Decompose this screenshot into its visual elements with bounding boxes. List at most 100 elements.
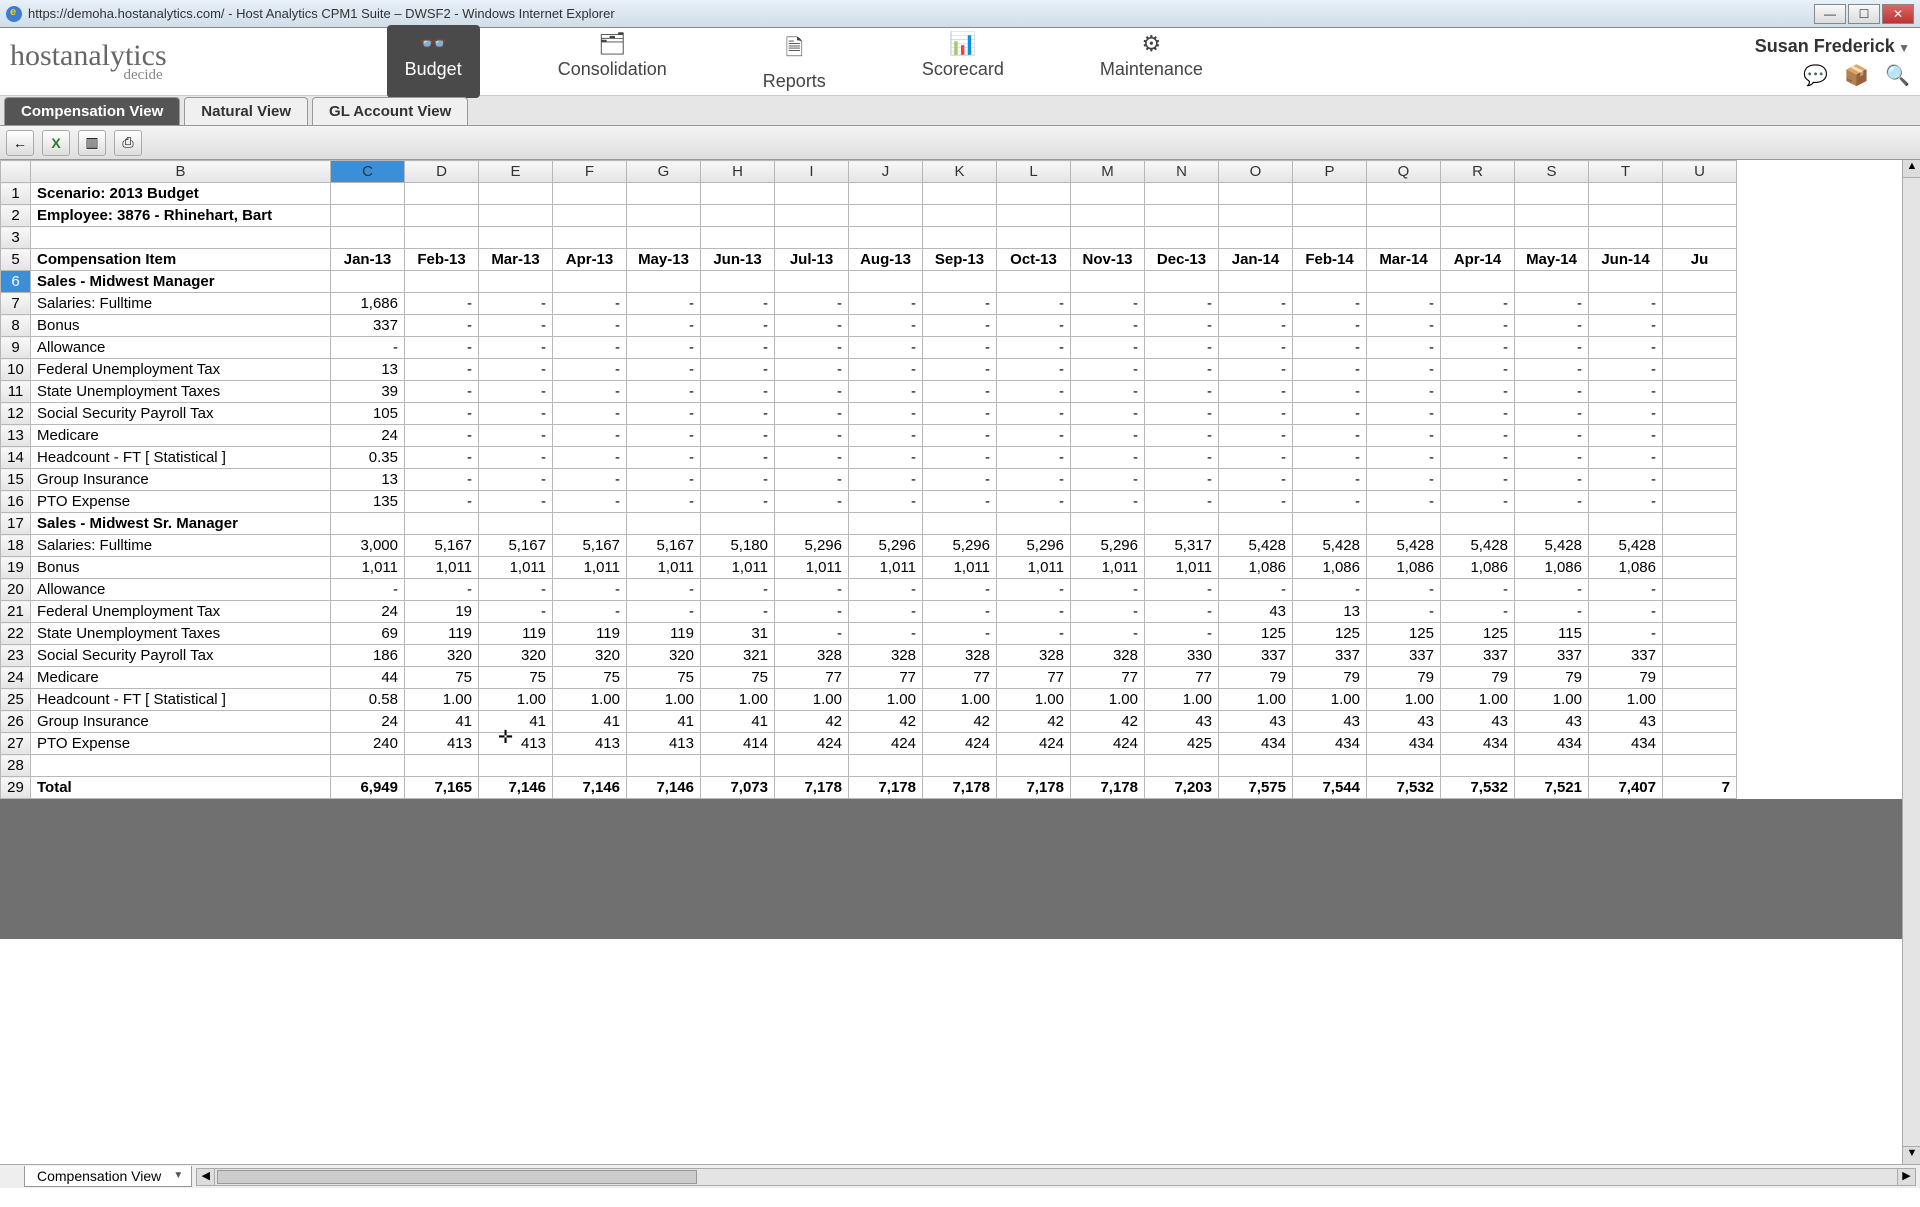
cell[interactable] <box>1071 513 1145 535</box>
cell[interactable] <box>701 183 775 205</box>
cell[interactable]: 337 <box>1589 645 1663 667</box>
cell[interactable]: 1.00 <box>997 689 1071 711</box>
col-header-L[interactable]: L <box>997 161 1071 183</box>
cell[interactable] <box>331 271 405 293</box>
row-header-22[interactable]: 22 <box>1 623 31 645</box>
cell[interactable]: 77 <box>997 667 1071 689</box>
cell[interactable] <box>1293 513 1367 535</box>
cell[interactable]: 5,167 <box>553 535 627 557</box>
cell[interactable]: 125 <box>1441 623 1515 645</box>
cell[interactable] <box>1663 513 1737 535</box>
cell[interactable]: - <box>701 337 775 359</box>
row-header-9[interactable]: 9 <box>1 337 31 359</box>
cell[interactable]: 337 <box>331 315 405 337</box>
cell[interactable] <box>1145 271 1219 293</box>
cell[interactable]: 1,011 <box>701 557 775 579</box>
cell[interactable]: - <box>997 293 1071 315</box>
cell[interactable] <box>1663 381 1737 403</box>
cell[interactable]: - <box>997 425 1071 447</box>
cell[interactable]: - <box>849 579 923 601</box>
cell[interactable]: - <box>775 293 849 315</box>
cell[interactable]: 434 <box>1515 733 1589 755</box>
cell[interactable] <box>997 205 1071 227</box>
cell[interactable]: - <box>627 425 701 447</box>
cell[interactable] <box>1293 183 1367 205</box>
cell[interactable]: 425 <box>1145 733 1219 755</box>
total-cell[interactable]: 7,532 <box>1441 777 1515 799</box>
cell[interactable] <box>997 513 1071 535</box>
cell[interactable]: 413 <box>627 733 701 755</box>
cell[interactable] <box>1589 755 1663 777</box>
col-header-H[interactable]: H <box>701 161 775 183</box>
cell[interactable]: - <box>1219 359 1293 381</box>
cell[interactable]: - <box>1589 315 1663 337</box>
cell[interactable]: 41 <box>701 711 775 733</box>
cell[interactable] <box>405 513 479 535</box>
month-header[interactable]: Feb-14 <box>1293 249 1367 271</box>
cell[interactable] <box>627 205 701 227</box>
cell[interactable]: - <box>997 359 1071 381</box>
cell[interactable]: - <box>1515 359 1589 381</box>
cell[interactable] <box>1663 755 1737 777</box>
col-header-K[interactable]: K <box>923 161 997 183</box>
cell[interactable] <box>923 205 997 227</box>
line-item-label[interactable]: PTO Expense <box>31 491 331 513</box>
total-cell[interactable]: 7,146 <box>479 777 553 799</box>
cell[interactable]: - <box>701 425 775 447</box>
total-cell[interactable]: 7,544 <box>1293 777 1367 799</box>
cell[interactable]: - <box>553 337 627 359</box>
cell[interactable]: - <box>1219 403 1293 425</box>
cell[interactable]: - <box>923 579 997 601</box>
cell[interactable]: - <box>701 381 775 403</box>
row-header-16[interactable]: 16 <box>1 491 31 513</box>
cell[interactable]: 75 <box>701 667 775 689</box>
cell[interactable]: - <box>997 403 1071 425</box>
month-header[interactable]: Dec-13 <box>1145 249 1219 271</box>
cell[interactable] <box>627 227 701 249</box>
cell[interactable]: - <box>1367 293 1441 315</box>
cell[interactable]: 434 <box>1219 733 1293 755</box>
total-cell[interactable]: 7 <box>1663 777 1737 799</box>
cell[interactable]: - <box>775 469 849 491</box>
row-header-17[interactable]: 17 <box>1 513 31 535</box>
cell[interactable]: 1,011 <box>1145 557 1219 579</box>
scroll-right-button[interactable]: ▶ <box>1897 1169 1915 1185</box>
cell[interactable]: - <box>1441 491 1515 513</box>
cell[interactable] <box>479 513 553 535</box>
cell[interactable]: - <box>553 293 627 315</box>
back-button[interactable]: ← <box>6 130 34 156</box>
cell[interactable]: 69 <box>331 623 405 645</box>
cell[interactable] <box>1367 271 1441 293</box>
cell[interactable] <box>1663 403 1737 425</box>
cell[interactable]: 330 <box>1145 645 1219 667</box>
cell[interactable]: 125 <box>1367 623 1441 645</box>
month-header[interactable]: Apr-13 <box>553 249 627 271</box>
nav-budget[interactable]: 👓Budget <box>387 25 480 98</box>
cell[interactable]: - <box>1219 579 1293 601</box>
cell[interactable]: - <box>1515 447 1589 469</box>
month-header[interactable]: Sep-13 <box>923 249 997 271</box>
cell[interactable]: 24 <box>331 711 405 733</box>
search-icon[interactable]: 🔍 <box>1885 63 1910 88</box>
cell[interactable]: 5,428 <box>1293 535 1367 557</box>
cell[interactable]: 320 <box>405 645 479 667</box>
row-header-29[interactable]: 29 <box>1 777 31 799</box>
cell[interactable]: - <box>775 447 849 469</box>
cell[interactable] <box>775 183 849 205</box>
cell[interactable] <box>701 755 775 777</box>
cell[interactable]: 424 <box>923 733 997 755</box>
cell[interactable]: 42 <box>1071 711 1145 733</box>
col-header-U[interactable]: U <box>1663 161 1737 183</box>
cell[interactable]: - <box>923 491 997 513</box>
col-header-E[interactable]: E <box>479 161 553 183</box>
total-cell[interactable]: 6,949 <box>331 777 405 799</box>
cell[interactable]: - <box>849 447 923 469</box>
cell[interactable]: 39 <box>331 381 405 403</box>
cell[interactable]: 320 <box>553 645 627 667</box>
cell[interactable] <box>1515 205 1589 227</box>
cell[interactable] <box>1663 535 1737 557</box>
cell[interactable]: 5,296 <box>775 535 849 557</box>
nav-maintenance[interactable]: ⚙Maintenance <box>1082 25 1221 98</box>
cell[interactable]: 42 <box>849 711 923 733</box>
cell[interactable]: - <box>701 403 775 425</box>
